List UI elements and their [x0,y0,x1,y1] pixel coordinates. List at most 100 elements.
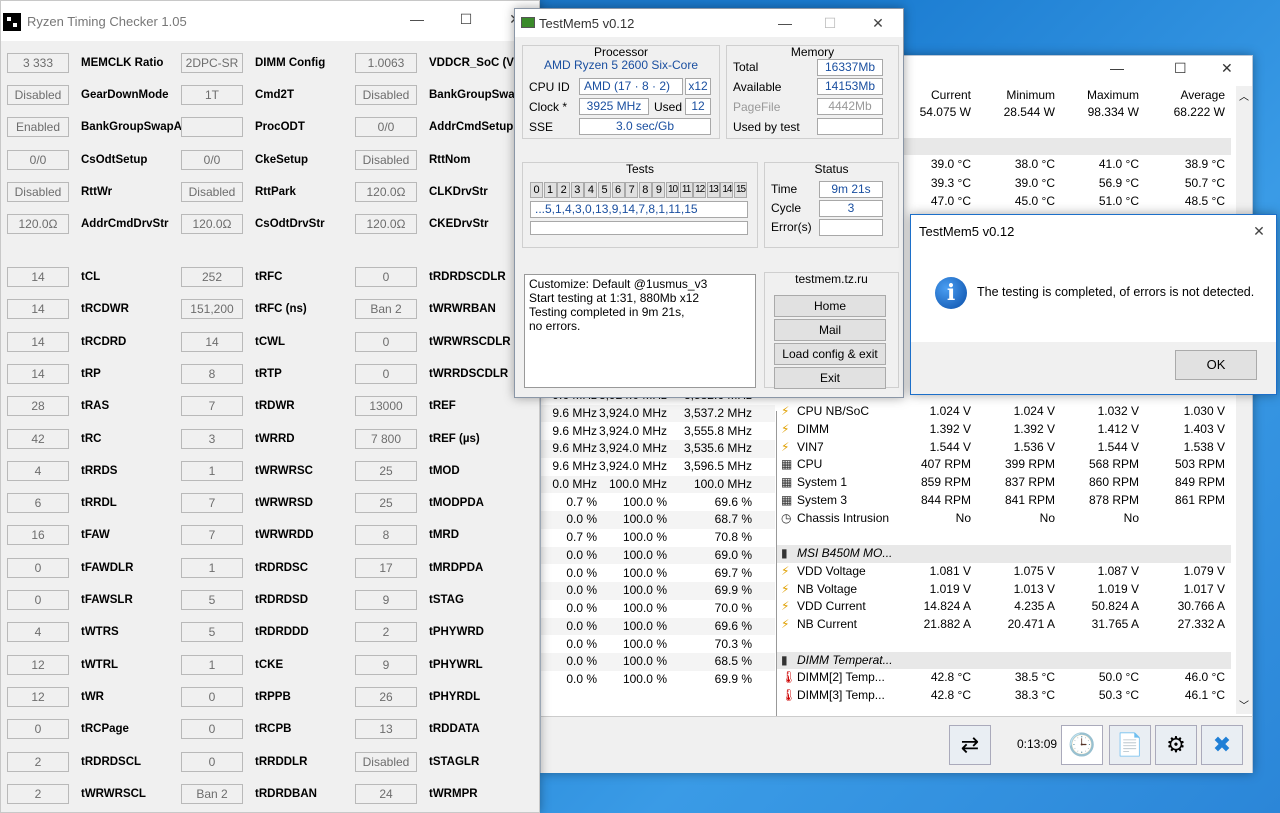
sensor-value: 1.013 V [1013,581,1055,596]
timing-name: AddrCmdDrvStr [81,218,169,230]
sensor-label: CPU NB/SoC [797,404,870,418]
timing-value-field: 13 [355,719,417,740]
test-cell: 10 [666,182,679,198]
sensor-value: 568 RPM [1088,457,1139,472]
sensor-value: 100.0 % [622,583,667,598]
sensor-value: 1.024 V [1013,404,1055,418]
sensor-value: 1.412 V [1097,421,1139,436]
header-current[interactable]: Current [901,88,971,103]
header-maximum[interactable]: Maximum [1069,88,1139,103]
minimize-icon[interactable]: — [1110,60,1124,76]
add-report-icon[interactable]: 📄 [1109,725,1151,765]
minimize-icon[interactable]: — [777,15,793,31]
sensor-value: 50.7 °C [1184,175,1225,190]
timing-value-field: 8 [355,525,417,546]
cpu-id-label: CPU ID [529,80,570,94]
timing-value-field: 42 [7,428,69,449]
header-minimum[interactable]: Minimum [985,88,1055,103]
scroll-down-icon[interactable]: ﹀ [1239,697,1249,712]
clock-usage-row: 0.0 % 100.0 % 69.7 % [541,565,775,583]
gear-icon[interactable]: ⚙ [1155,725,1197,765]
timing-item: 6 tRRDL [7,493,117,514]
timing-item: 12 tWTRL [7,654,118,675]
sensor-value: 860 RPM [1088,475,1139,489]
sensor-value: 38.3 °C [1014,688,1055,702]
load-config-exit-button[interactable]: Load config & exit [774,343,886,365]
processor-group: Processor AMD Ryzen 5 2600 Six-Core CPU … [522,45,720,139]
test-cell: 12 [693,182,707,198]
timing-name: tWRRD [255,432,295,445]
timing-name: CLKDrvStr [429,185,488,198]
network-icon[interactable]: ⇄ [949,725,991,765]
ok-button[interactable]: OK [1175,350,1257,380]
sensor-value: 27.332 A [1177,617,1225,631]
clock-usage-row: 9.6 MHz 3,924.0 MHz 3,537.2 MHz [541,404,775,423]
timing-value-field: 0 [181,751,243,772]
clock-usage-row: 0.7 % 100.0 % 70.8 % [541,529,775,547]
maximize-icon[interactable]: ☐ [1174,60,1187,77]
close-icon[interactable]: ✕ [870,15,886,32]
timing-name: DIMM Config [255,57,326,69]
timing-name: CkeSetup [255,153,309,166]
header-average[interactable]: Average [1155,88,1225,103]
log-line: Testing completed in 9m 21s, [529,305,685,319]
cpu-threads: x12 [685,78,711,95]
sensor-value: 100.0 MHz [608,476,667,491]
close-x-icon[interactable]: ✖ [1201,725,1243,765]
maximize-icon[interactable]: ☐ [458,11,474,28]
log-output[interactable]: Customize: Default @1usmus_v3 Start testi… [524,274,756,388]
close-icon[interactable]: ✕ [1251,223,1267,240]
timing-value-field: 0 [181,686,243,707]
sensor-row: ⚡ VDD Current 14.824 A 4.235 A 50.824 A 30.76… [777,598,1231,616]
sensor-value: 407 RPM [920,457,971,472]
timing-name: Cmd2T [255,89,294,102]
timing-value-field: 8 [181,363,243,384]
timing-name: VDDCR_SoC (V) [429,57,518,69]
sensor-value: 70.0 % [714,601,752,615]
timing-value-field: 3 333 [7,53,69,73]
sensor-value: 1.019 V [1097,581,1139,596]
timing-value-field: 4 [7,622,69,643]
timing-item: 0 tWRWRSCDLR [355,331,511,352]
sensor-value: 51.0 °C [1098,194,1139,208]
completion-dialog: TestMem5 v0.12 ✕ i The testing is comple… [910,214,1277,395]
timing-item: 14 tRP [7,363,101,384]
timing-value-field: 14 [7,267,69,287]
sensor-value: No [1123,510,1139,525]
timing-item: 12 tWR [7,686,104,707]
sensor-value: No [1039,510,1055,525]
minimize-icon[interactable]: — [409,11,425,27]
close-icon[interactable]: ✕ [1221,60,1233,77]
sensor-value: 3,535.6 MHz [683,441,752,456]
cpu-id-value: AMD (17 · 8 · 2) [579,78,683,95]
timing-item: 7 tWRWRSD [181,493,313,514]
sensor-icon: 🌡 [781,670,797,685]
timing-value-field: Disabled [7,181,69,202]
timing-value-field: Disabled [355,751,417,772]
sensor-value: 39.0 °C [930,157,971,171]
sensor-value: 39.3 °C [930,175,971,190]
sensor-value: 3,555.8 MHz [683,423,752,438]
sensor-value: 399 RPM [1004,457,1055,472]
exit-button[interactable]: Exit [774,367,886,389]
mail-button[interactable]: Mail [774,319,886,341]
scrollbar[interactable]: ︿ ﹀ [1236,86,1252,714]
sensor-row: 🌡 DIMM[3] Temp... 42.8 °C 38.3 °C 50.3 °C 46.… [777,687,1231,705]
sensor-value: 41.0 °C [1098,157,1139,171]
memory-heading: Memory [790,45,835,59]
timing-item: 0 tFAWDLR [7,557,133,578]
home-button[interactable]: Home [774,295,886,317]
clock-usage-row: 0.0 % 100.0 % 70.0 % [541,600,775,618]
timing-value-field: 1T [181,85,243,106]
timing-item: 1 tRDRDSC [181,557,308,578]
timing-name: tRCDRD [81,335,127,348]
timing-value-field: Disabled [7,85,69,106]
scroll-up-icon[interactable]: ︿ [1239,88,1249,103]
dialog-message: The testing is completed, of errors is n… [977,285,1255,299]
sensor-value: 38.9 °C [1184,157,1225,171]
errors-value [819,219,883,236]
clock-icon[interactable]: 🕒 [1061,725,1103,765]
sensor-value: 68.7 % [714,512,752,527]
sensor-value: 50.824 A [1091,599,1139,614]
log-line: Start testing at 1:31, 880Mb x12 [529,291,700,305]
